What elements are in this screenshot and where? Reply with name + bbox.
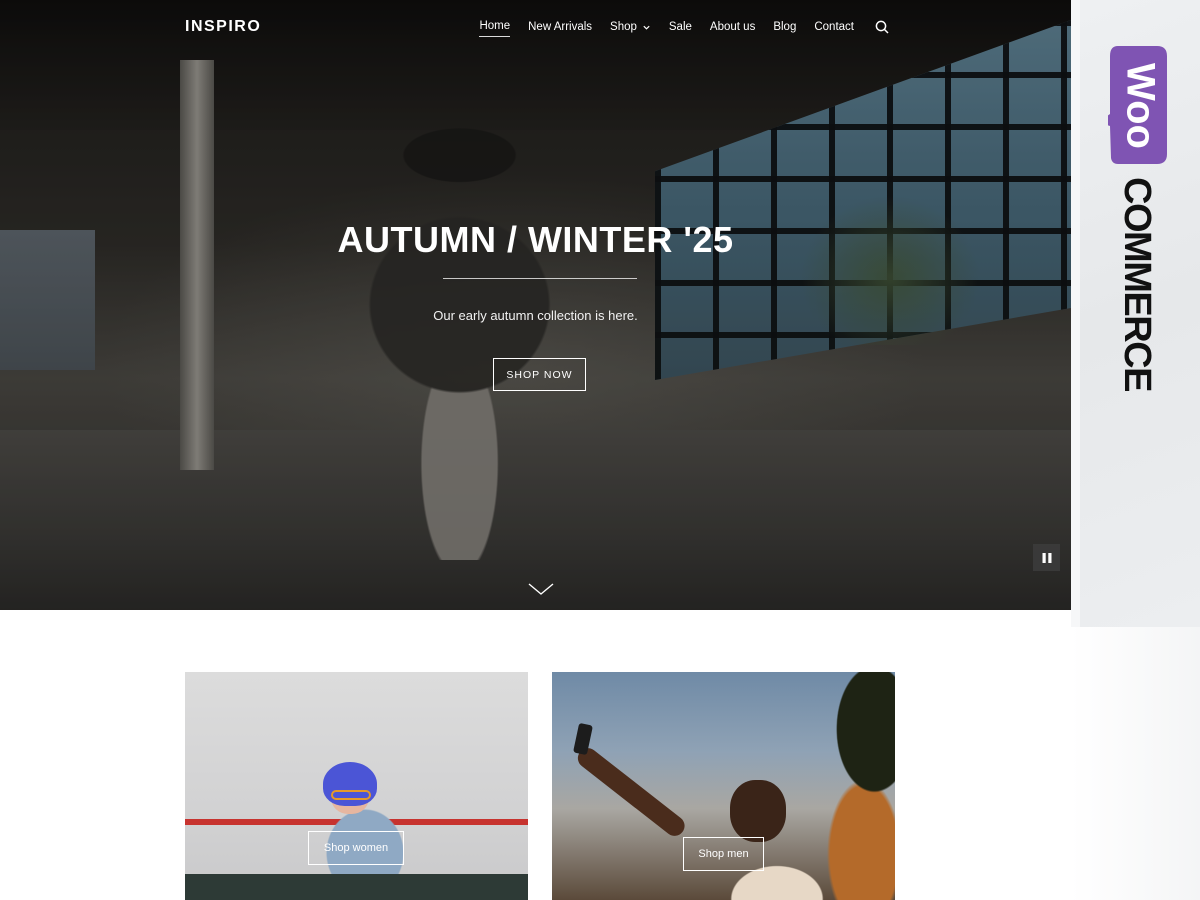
page-gutter <box>1071 627 1200 900</box>
scroll-down-chevron-icon[interactable] <box>527 580 555 598</box>
nav-home[interactable]: Home <box>479 17 511 37</box>
nav-sale[interactable]: Sale <box>669 17 692 37</box>
hero-overlay <box>0 0 1071 610</box>
shop-women-button[interactable]: Shop women <box>308 831 404 865</box>
hero-subtitle: Our early autumn collection is here. <box>433 308 638 323</box>
nav-new-arrivals[interactable]: New Arrivals <box>528 17 592 37</box>
video-pause-button[interactable] <box>1033 544 1060 571</box>
hero-divider <box>443 278 637 279</box>
hero-video: INSPIRO Home New Arrivals Shop Sale Abou… <box>0 0 1071 610</box>
page-gutter-strip <box>1071 0 1080 627</box>
main-nav: Home New Arrivals Shop Sale About us Blo… <box>461 17 890 37</box>
pause-icon <box>1042 552 1051 563</box>
photo-model-arm <box>573 744 689 840</box>
chevron-down-icon <box>643 25 650 30</box>
nav-blog[interactable]: Blog <box>773 17 796 37</box>
search-button[interactable] <box>874 19 890 35</box>
woo-logo-text: Woo <box>1118 63 1162 149</box>
nav-contact[interactable]: Contact <box>814 17 854 37</box>
nav-shop[interactable]: Shop <box>610 17 651 37</box>
shop-now-button[interactable]: SHOP NOW <box>493 358 586 391</box>
nav-shop-label: Shop <box>610 21 637 33</box>
shop-men-button[interactable]: Shop men <box>683 837 764 871</box>
hero-title: AUTUMN / WINTER '25 <box>337 219 734 260</box>
woo-commerce-text: COMMERCE <box>1116 177 1159 391</box>
photo-bench <box>185 874 528 900</box>
search-icon <box>875 20 889 34</box>
category-card-men[interactable]: Shop men <box>552 672 895 900</box>
category-card-women[interactable]: Shop women <box>185 672 528 900</box>
photo-model-head <box>730 780 786 842</box>
woocommerce-badge: Woo COMMERCE <box>1080 0 1200 627</box>
site-logo[interactable]: INSPIRO <box>185 16 261 38</box>
photo-model-glasses <box>331 790 371 800</box>
woo-logo-icon: Woo <box>1108 46 1167 164</box>
nav-about-us[interactable]: About us <box>710 17 755 37</box>
woo-commerce-wordmark: COMMERCE <box>1107 172 1167 396</box>
